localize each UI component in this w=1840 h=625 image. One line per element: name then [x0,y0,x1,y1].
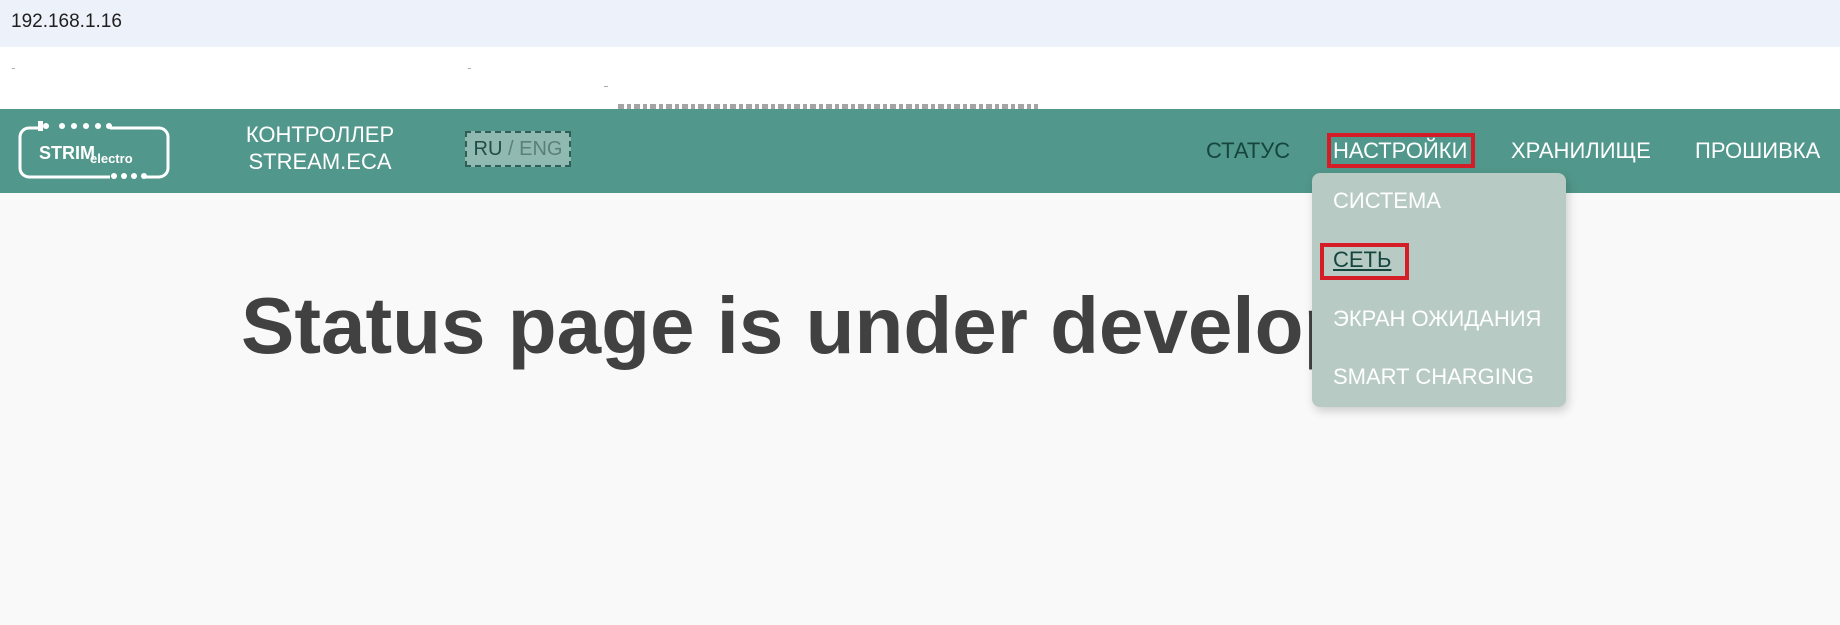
dropdown-item-screensaver[interactable]: ЭКРАН ОЖИДАНИЯ [1333,306,1541,332]
address-text[interactable]: 192.168.1.16 [11,11,122,33]
settings-highlight-box [1327,133,1475,168]
logo-main-text: STRIM [39,143,95,163]
nav-storage[interactable]: ХРАНИЛИЩЕ [1511,138,1651,164]
language-switcher[interactable]: RU / ENG [465,131,571,167]
nav-firmware[interactable]: ПРОШИВКА [1695,138,1820,164]
page-top-strip [0,47,1840,109]
strim-electro-logo[interactable]: STRIM electro [18,120,171,179]
render-artifact [604,86,608,87]
render-artifact [468,68,471,69]
settings-dropdown-menu: СИСТЕМА СЕТЬ ЭКРАН ОЖИДАНИЯ SMART CHARGI… [1312,173,1566,407]
lang-separator: / [507,138,514,160]
lang-eng-option[interactable]: ENG [519,138,562,160]
network-highlight-box [1320,243,1409,280]
render-artifact [12,68,15,69]
browser-address-bar[interactable]: 192.168.1.16 [0,0,1840,47]
dropdown-item-system[interactable]: СИСТЕМА [1333,188,1441,214]
brand-title: КОНТРОЛЛЕР STREAM.ECA [230,121,410,175]
dropdown-item-smart-charging[interactable]: SMART CHARGING [1333,364,1534,390]
brand-line-2: STREAM.ECA [248,149,392,174]
nav-status[interactable]: СТАТУС [1206,138,1290,164]
brand-line-1: КОНТРОЛЛЕР [245,122,395,147]
lang-ru-option[interactable]: RU [474,138,503,160]
logo-sub-text: electro [90,151,133,166]
